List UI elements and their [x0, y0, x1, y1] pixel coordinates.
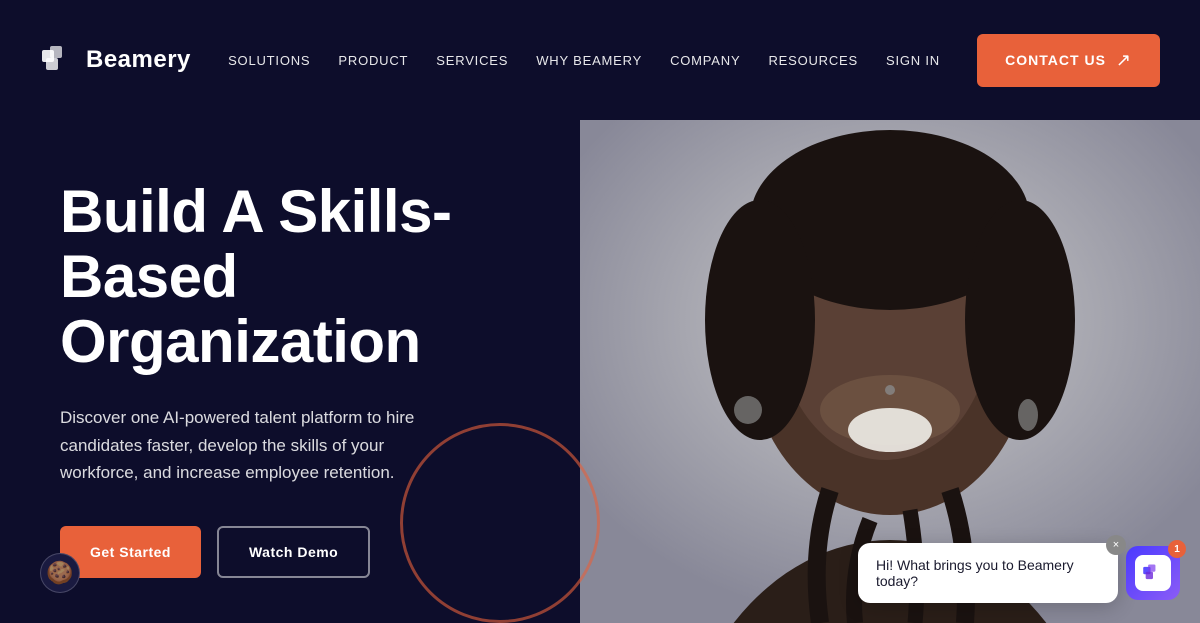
chat-close-button[interactable]: × [1106, 535, 1126, 555]
chat-bot-logo [1135, 555, 1171, 591]
logo-icon [40, 42, 76, 78]
decorative-curve [400, 423, 600, 623]
logo[interactable]: Beamery [40, 42, 191, 78]
get-started-button[interactable]: Get Started [60, 526, 201, 578]
nav-why-beamery[interactable]: WHY BEAMERY [536, 53, 642, 68]
arrow-icon: ↗ [1116, 50, 1132, 71]
nav-services[interactable]: SERVICES [436, 53, 508, 68]
nav-product[interactable]: PRODUCT [338, 53, 408, 68]
chat-widget: × Hi! What brings you to Beamery today? … [858, 543, 1180, 603]
watch-demo-button[interactable]: Watch Demo [217, 526, 370, 578]
chat-message: Hi! What brings you to Beamery today? [876, 557, 1074, 589]
hero-subtitle: Discover one AI-powered talent platform … [60, 404, 460, 486]
chat-badge: 1 [1168, 540, 1186, 558]
contact-us-button[interactable]: CONTACT US ↗ [977, 34, 1160, 87]
cookie-icon[interactable]: 🍪 [40, 553, 80, 593]
nav-resources[interactable]: RESOURCES [768, 53, 858, 68]
main-nav: SOLUTIONS PRODUCT SERVICES WHY BEAMERY C… [228, 53, 940, 68]
logo-text: Beamery [86, 46, 191, 74]
chat-bubble[interactable]: × Hi! What brings you to Beamery today? [858, 543, 1118, 603]
hero-section: Build A Skills-Based Organization Discov… [0, 120, 1200, 623]
hero-image: × Hi! What brings you to Beamery today? … [580, 120, 1200, 623]
nav-solutions[interactable]: SOLUTIONS [228, 53, 310, 68]
chat-bot-icon[interactable]: 1 [1126, 546, 1180, 600]
hero-title: Build A Skills-Based Organization [60, 180, 540, 374]
nav-company[interactable]: COMPANY [670, 53, 740, 68]
site-header: Beamery SOLUTIONS PRODUCT SERVICES WHY B… [0, 0, 1200, 120]
nav-sign-in[interactable]: SIGN IN [886, 53, 940, 68]
